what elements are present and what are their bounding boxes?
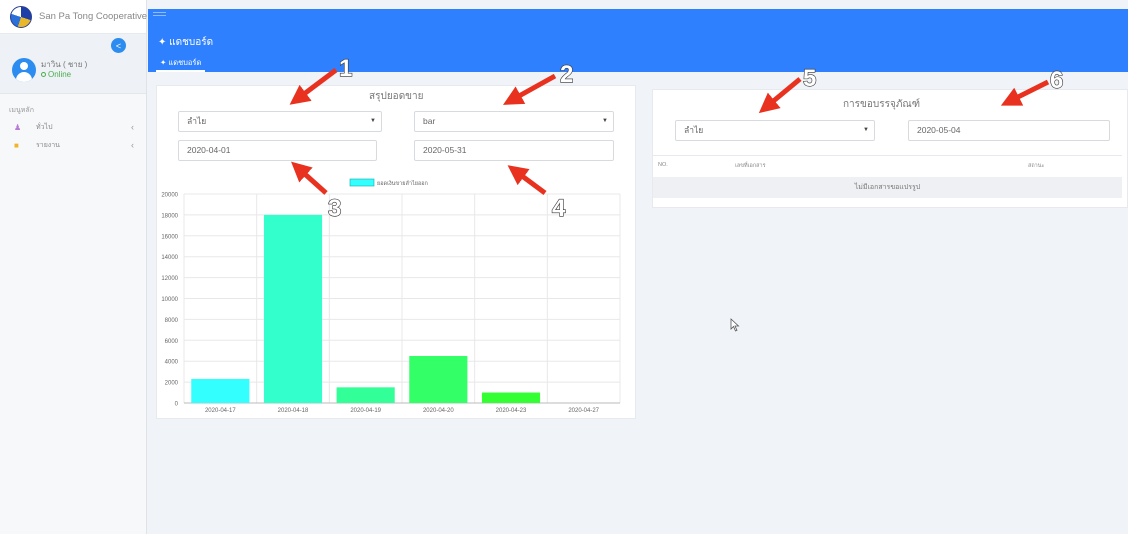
brand-name: San Pa Tong Cooperative — [39, 11, 148, 22]
chevron-left-icon: ‹ — [131, 122, 134, 132]
y-tick-label: 6000 — [165, 339, 179, 345]
x-tick-label: 2020-04-18 — [278, 408, 309, 414]
caret-down-icon: ▼ — [863, 127, 869, 133]
y-tick-label: 20000 — [161, 193, 178, 199]
caret-down-icon: ▼ — [602, 118, 608, 124]
chart-type-select[interactable]: bar ▼ — [414, 111, 614, 132]
mouse-cursor-icon — [730, 318, 740, 332]
bar — [481, 392, 541, 403]
avatar — [12, 58, 36, 82]
user-panel: < มาวิน ( ชาย ) Online — [0, 34, 146, 94]
x-tick-label: 2020-04-17 — [205, 408, 236, 414]
y-tick-label: 8000 — [165, 318, 179, 324]
y-tick-label: 2000 — [165, 381, 179, 387]
folder-icon: ■ — [14, 140, 19, 150]
topbar: ✦ แดชบอร์ด ✦ แดชบอร์ด — [148, 9, 1128, 72]
column-doc-number: เลขที่เอกสาร — [735, 163, 766, 169]
end-date-input[interactable]: 2020-05-31 — [414, 140, 614, 161]
brand[interactable]: San Pa Tong Cooperative — [0, 0, 148, 34]
packaging-product-value: ลำไย — [684, 125, 704, 135]
page-title-text: แดชบอร์ด — [169, 37, 214, 48]
y-tick-label: 18000 — [161, 213, 178, 219]
menu-toggle-icon[interactable] — [153, 12, 166, 17]
user-status: Online — [41, 70, 71, 79]
tab-dashboard-label: แดชบอร์ด — [168, 58, 202, 67]
chevron-left-icon: ‹ — [131, 140, 134, 150]
cooperative-logo — [10, 5, 32, 28]
sidebar-item-general[interactable]: ♟ ทั่วไป ‹ — [0, 118, 146, 136]
chart-type-value: bar — [423, 116, 436, 126]
users-icon: ♟ — [14, 122, 22, 132]
x-tick-label: 2020-04-27 — [568, 408, 599, 414]
packaging-title: การขอบรรจุภัณฑ์ — [843, 99, 921, 110]
menu-heading: เมนูหลัก — [9, 107, 34, 114]
x-tick-label: 2020-04-19 — [350, 408, 381, 414]
user-status-label: Online — [48, 70, 72, 79]
sidebar-item-reports[interactable]: ■ รายงาน ‹ — [0, 136, 146, 154]
status-dot-icon — [41, 72, 46, 78]
sales-summary-title: สรุปยอดขาย — [369, 91, 424, 102]
share-icon[interactable]: < — [111, 38, 126, 53]
y-tick-label: 4000 — [165, 360, 179, 366]
x-tick-label: 2020-04-23 — [496, 408, 527, 414]
bar — [409, 355, 468, 403]
y-tick-label: 12000 — [161, 276, 178, 282]
bar — [263, 214, 323, 403]
y-tick-label: 10000 — [161, 297, 178, 303]
sidebar-item-label: รายงาน — [36, 141, 60, 149]
sidebar: San Pa Tong Cooperative < มาวิน ( ชาย ) … — [0, 0, 147, 534]
table-empty-message: ไม่มีเอกสารขอแปรรูป — [653, 177, 1122, 198]
legend-label: ยอดเงินขายลำไยออก — [377, 180, 428, 187]
column-no: NO. — [658, 162, 668, 168]
sidebar-item-label: ทั่วไป — [36, 123, 53, 131]
x-tick-label: 2020-04-20 — [423, 408, 454, 414]
product-select[interactable]: ลำไย ▼ — [178, 111, 382, 132]
caret-down-icon: ▼ — [370, 118, 376, 124]
start-date-input[interactable]: 2020-04-01 — [178, 140, 377, 161]
y-tick-label: 0 — [175, 402, 179, 408]
product-select-value: ลำไย — [187, 116, 207, 126]
y-tick-label: 16000 — [161, 234, 178, 240]
y-tick-label: 14000 — [161, 255, 178, 261]
packaging-date-input[interactable]: 2020-05-04 — [908, 120, 1110, 141]
column-status: สถานะ — [1028, 163, 1045, 169]
packaging-product-select[interactable]: ลำไย ▼ — [675, 120, 875, 141]
tab-dashboard[interactable]: ✦ แดชบอร์ด — [156, 55, 206, 72]
bar — [336, 387, 395, 403]
legend-swatch — [349, 178, 375, 187]
sales-bar-chart: 0 2000 4000 6000 8000 10000 12000 14000 16000 180… — [161, 178, 621, 414]
page-title: ✦ แดชบอร์ด — [158, 37, 214, 48]
bar — [191, 378, 250, 403]
